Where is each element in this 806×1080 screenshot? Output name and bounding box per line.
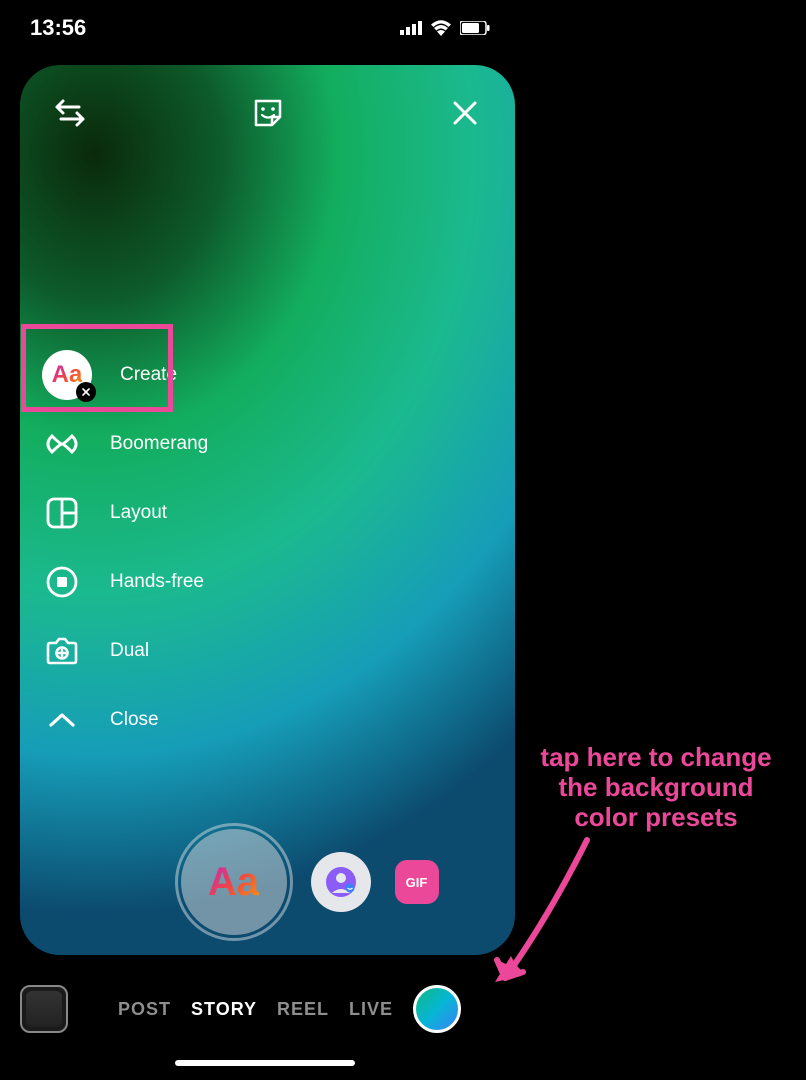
swap-arrows-button[interactable] [50, 93, 90, 133]
home-indicator[interactable] [175, 1060, 355, 1066]
menu-dual[interactable]: Dual [42, 631, 208, 671]
menu-boomerang-label: Boomerang [110, 433, 208, 455]
sticker-button[interactable] [248, 93, 288, 133]
close-button[interactable] [445, 93, 485, 133]
boomerang-icon [42, 424, 82, 464]
annotation: tap here to change the background color … [525, 743, 787, 833]
tab-story[interactable]: STORY [191, 999, 257, 1020]
status-icons [400, 20, 490, 36]
battery-icon [460, 21, 490, 35]
annotation-text: tap here to change the background color … [525, 743, 787, 833]
cellular-icon [400, 21, 422, 35]
close-icon [451, 99, 479, 127]
layout-icon [42, 493, 82, 533]
swap-arrows-icon [53, 96, 87, 130]
menu-create-label: Create [120, 364, 177, 386]
aa-glyph-large: Aa [208, 860, 259, 905]
status-time: 13:56 [30, 15, 86, 41]
menu-close[interactable]: Close [42, 700, 208, 740]
gif-icon: GIF [395, 860, 439, 904]
gallery-thumbnail [26, 991, 62, 1027]
tab-post[interactable]: POST [118, 999, 171, 1020]
menu-boomerang[interactable]: Boomerang [42, 424, 208, 464]
gif-mode-button[interactable]: GIF [395, 860, 439, 904]
menu-close-label: Close [110, 709, 159, 731]
top-toolbar [20, 93, 515, 133]
menu-dual-label: Dual [110, 640, 149, 662]
side-menu: Aa Create Boomerang Layout [42, 355, 208, 740]
menu-handsfree[interactable]: Hands-free [42, 562, 208, 602]
bottom-tab-bar: POST STORY REEL LIVE [20, 985, 515, 1033]
menu-layout[interactable]: Layout [42, 493, 208, 533]
mode-row: Aa GIF [20, 829, 515, 935]
wifi-icon [430, 20, 452, 36]
camera-viewport: Aa Create Boomerang Layout [20, 65, 515, 955]
menu-create[interactable]: Aa Create [42, 355, 208, 395]
create-icon: Aa [42, 350, 92, 400]
chevron-up-icon [42, 700, 82, 740]
dual-icon [42, 631, 82, 671]
tabs: POST STORY REEL LIVE [118, 999, 393, 1020]
sticker-icon [250, 95, 286, 131]
main-mode-create-button[interactable]: Aa [181, 829, 287, 935]
avatar-icon [324, 865, 358, 899]
color-preset-button[interactable] [413, 985, 461, 1033]
menu-layout-label: Layout [110, 502, 167, 524]
handsfree-icon [42, 562, 82, 602]
gallery-button[interactable] [20, 985, 68, 1033]
menu-handsfree-label: Hands-free [110, 571, 204, 593]
tab-reel[interactable]: REEL [277, 999, 329, 1020]
tab-live[interactable]: LIVE [349, 999, 393, 1020]
avatar-mode-button[interactable] [311, 852, 371, 912]
status-bar: 13:56 [0, 0, 520, 55]
close-badge-icon [76, 382, 96, 402]
